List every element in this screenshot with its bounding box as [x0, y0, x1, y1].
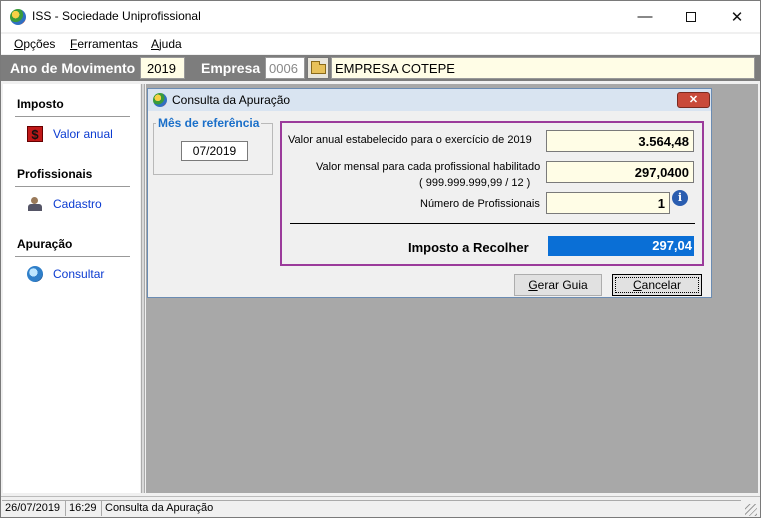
menu-bar: Opções Ferramentas Ajuda: [1, 34, 760, 54]
generate-guide-button[interactable]: Gerar Guia: [514, 274, 602, 296]
menu-ajuda-label: juda: [159, 37, 182, 51]
info-icon[interactable]: i: [672, 190, 688, 206]
maximize-icon: [686, 11, 696, 22]
generate-guide-label: erar Guia: [537, 278, 588, 292]
tax-due-field: 297,04: [548, 236, 694, 256]
professionals-label: Número de Profissionais: [420, 198, 540, 210]
maximize-button[interactable]: [668, 1, 714, 32]
window-title: ISS - Sociedade Uniprofissional: [32, 9, 201, 23]
resize-grip[interactable]: [745, 504, 757, 516]
open-company-button[interactable]: [307, 57, 329, 79]
menu-ajuda[interactable]: Ajuda: [151, 37, 182, 51]
section-title-profissionais: Profissionais: [17, 167, 93, 181]
cancel-button[interactable]: Cancelar: [612, 274, 702, 296]
annual-value-label: Valor anual estabelecido para o exercíci…: [288, 134, 532, 146]
menu-ferramentas[interactable]: Ferramentas: [70, 37, 138, 51]
sidebar-item-cadastro[interactable]: Cadastro: [27, 195, 102, 213]
company-name-field: EMPRESA COTEPE: [331, 57, 755, 79]
globe-icon: [27, 266, 43, 282]
tax-due-label: Imposto a Recolher: [408, 240, 529, 255]
status-time: 16:29: [65, 500, 101, 516]
status-date: 26/07/2019: [2, 500, 65, 516]
sidebar-item-valor-anual[interactable]: $ Valor anual: [27, 125, 113, 143]
context-bar: Ano de Movimento 2019 Empresa 0006 EMPRE…: [1, 55, 760, 81]
minimize-button[interactable]: —: [622, 1, 668, 32]
year-label: Ano de Movimento: [10, 60, 136, 76]
reference-month-group-title: Mês de referência: [156, 116, 262, 130]
year-field[interactable]: 2019: [140, 57, 185, 79]
app-icon: [10, 9, 26, 25]
sidebar-item-consultar[interactable]: Consultar: [27, 265, 104, 283]
app-window: ISS - Sociedade Uniprofissional — ✕ Opçõ…: [0, 0, 761, 518]
monthly-value-formula: ( 999.999.999,99 / 12 ): [419, 177, 531, 189]
person-icon: [27, 196, 43, 212]
section-divider: [15, 256, 130, 257]
menu-ferramentas-label: erramentas: [77, 37, 139, 51]
monthly-value-label: Valor mensal para cada profissional habi…: [316, 161, 541, 173]
cancel-label: ancelar: [641, 278, 682, 292]
money-icon: $: [27, 126, 43, 142]
dialog-title-bar[interactable]: Consulta da Apuração ✕: [148, 89, 711, 111]
dialog-title: Consulta da Apuração: [172, 93, 291, 107]
sidebar-item-label: Valor anual: [53, 127, 113, 141]
sidebar: Imposto $ Valor anual Profissionais Cada…: [3, 84, 140, 493]
sidebar-item-label: Cadastro: [53, 197, 102, 211]
close-icon: ✕: [730, 8, 744, 26]
sidebar-splitter[interactable]: [141, 84, 145, 493]
professionals-count-field: 1: [546, 192, 670, 214]
folder-icon: [311, 61, 326, 74]
section-title-imposto: Imposto: [17, 97, 64, 111]
company-label: Empresa: [201, 60, 261, 76]
title-bar[interactable]: ISS - Sociedade Uniprofissional — ✕: [1, 1, 760, 32]
dialog-close-button[interactable]: ✕: [677, 92, 710, 108]
close-icon: ✕: [688, 94, 699, 106]
sidebar-item-label: Consultar: [53, 267, 105, 281]
minimize-icon: —: [637, 8, 653, 25]
consulta-apuracao-dialog: Consulta da Apuração ✕ Mês de referência…: [147, 88, 712, 298]
close-button[interactable]: ✕: [714, 1, 760, 32]
reference-month-field[interactable]: 07/2019: [181, 141, 248, 161]
values-panel: Valor anual estabelecido para o exercíci…: [280, 121, 704, 266]
company-code-field[interactable]: 0006: [265, 57, 305, 79]
monthly-value-field: 297,0400: [546, 161, 694, 183]
section-divider: [15, 186, 130, 187]
status-bar: 26/07/2019 16:29 Consulta da Apuração: [1, 496, 760, 517]
section-title-apuracao: Apuração: [17, 237, 73, 251]
dialog-app-icon: [153, 93, 167, 107]
section-divider: [15, 116, 130, 117]
status-message: Consulta da Apuração: [101, 500, 741, 516]
divider: [290, 223, 695, 224]
annual-value-field: 3.564,48: [546, 130, 694, 152]
menu-opcoes-label: pções: [23, 37, 56, 51]
menu-opcoes[interactable]: Opções: [14, 37, 55, 51]
